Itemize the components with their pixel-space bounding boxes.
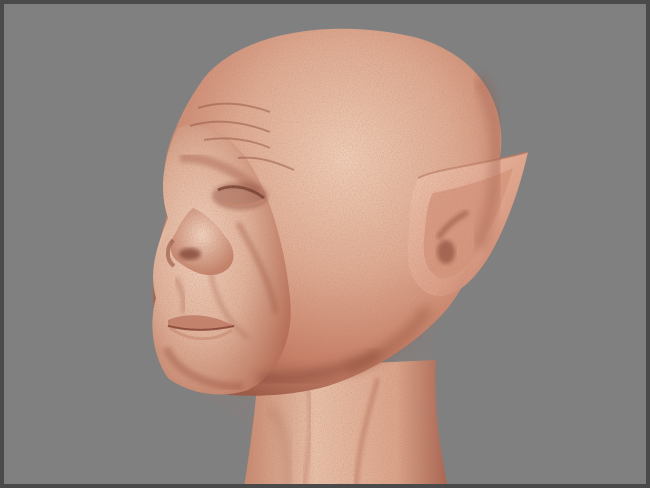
skin-texture — [151, 28, 502, 484]
head-render — [151, 28, 529, 484]
render-viewport[interactable] — [8, 8, 646, 484]
viewer-frame — [0, 0, 650, 488]
